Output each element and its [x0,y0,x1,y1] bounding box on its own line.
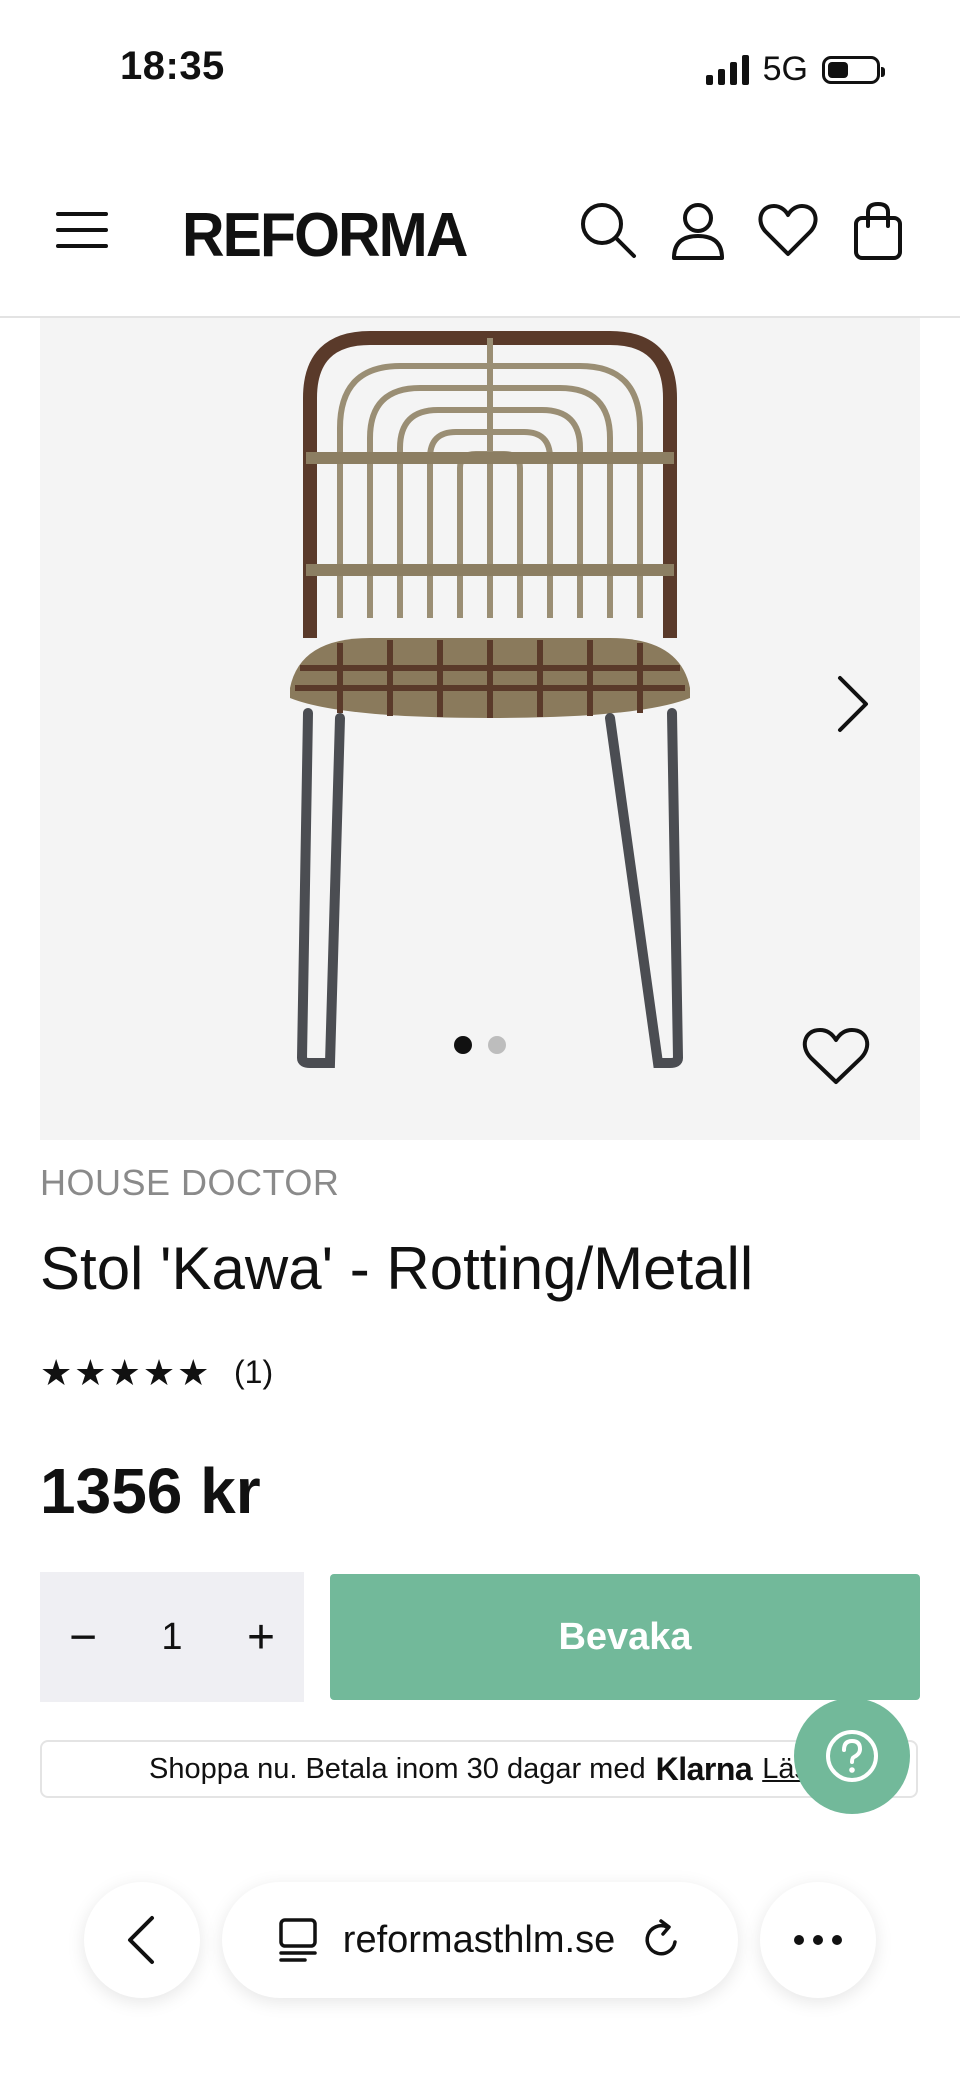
cart-icon[interactable] [846,198,910,262]
status-time: 18:35 [120,44,225,88]
search-icon[interactable] [576,198,640,262]
more-icon [794,1935,842,1945]
back-icon [128,1916,154,1964]
site-logo[interactable]: REFORMA [182,200,468,271]
url-text[interactable]: reformasthlm.se [343,1919,615,1962]
reload-icon[interactable] [639,1918,683,1962]
gallery-dot-active[interactable] [454,1036,472,1054]
tabs-icon[interactable] [277,1917,319,1963]
back-button[interactable] [84,1882,200,1998]
help-icon [826,1730,878,1782]
quantity-stepper: − 1 + [40,1572,304,1702]
review-count[interactable]: (1) [234,1354,273,1391]
product-price: 1356 kr [40,1455,261,1527]
help-button[interactable] [794,1698,910,1814]
wishlist-button[interactable] [800,1024,872,1093]
gallery-dot[interactable] [488,1036,506,1054]
next-image-button[interactable] [832,672,872,741]
klarna-text: Shoppa nu. Betala inom 30 dagar med [149,1752,646,1785]
battery-icon [822,55,885,84]
klarna-logo: Klarna [655,1750,753,1787]
chevron-right-icon [838,676,868,732]
quantity-increase-button[interactable]: + [218,1572,304,1702]
rating-stars[interactable]: ★★★★★ [40,1352,211,1394]
heart-icon[interactable] [756,198,820,262]
browser-toolbar: reformasthlm.se [0,1862,960,2081]
klarna-banner[interactable]: Shoppa nu. Betala inom 30 dagar med Klar… [40,1740,918,1798]
more-options-button[interactable] [760,1882,876,1998]
status-indicators: 5G [705,50,885,89]
user-icon[interactable] [666,198,730,262]
menu-icon[interactable] [50,198,114,262]
network-label: 5G [762,50,808,88]
quantity-decrease-button[interactable]: − [40,1572,126,1702]
product-brand[interactable]: HOUSE DOCTOR [40,1162,339,1204]
quantity-value[interactable]: 1 [126,1572,218,1702]
wishlist-heart-icon [802,1028,870,1084]
product-title: Stol 'Kawa' - Rotting/Metall [40,1235,754,1302]
product-image-gallery[interactable] [40,318,920,1140]
chair-image [290,331,690,1068]
site-header: REFORMA [0,150,960,318]
watch-button[interactable]: Bevaka [330,1574,920,1700]
address-bar[interactable]: reformasthlm.se [222,1882,738,1998]
signal-icon [705,54,749,85]
